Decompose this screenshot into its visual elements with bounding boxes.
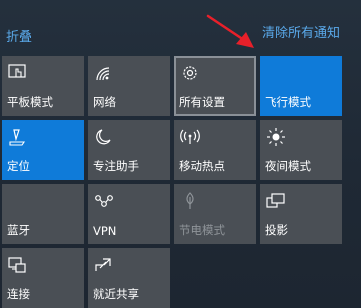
tile-label: 网络 (93, 95, 116, 109)
tile-label: 平板模式 (7, 95, 53, 109)
tile-tablet-mode[interactable]: 平板模式 (2, 56, 84, 116)
tile-label: 定位 (7, 159, 30, 173)
tile-location[interactable]: 定位 (2, 120, 84, 180)
connect-icon (7, 255, 29, 275)
moon-icon (93, 127, 115, 147)
network-icon (93, 63, 115, 83)
tile-label: 移动热点 (179, 159, 225, 173)
tile-night-light[interactable]: 夜间模式 (260, 120, 342, 180)
tile-label: 投影 (265, 223, 288, 237)
hotspot-icon (179, 127, 201, 147)
tile-label: 夜间模式 (265, 159, 311, 173)
tile-connect[interactable]: 连接 (2, 248, 84, 308)
tile-bluetooth[interactable]: 蓝牙 (2, 184, 84, 244)
vpn-icon (93, 191, 115, 211)
action-center-panel: 折叠 清除所有通知 平板模式 网络 所有设置 飞行模式 定位 专注助手 移动热点… (0, 0, 361, 308)
red-arrow-icon (206, 14, 254, 48)
collapse-link[interactable]: 折叠 (6, 26, 32, 45)
tile-label: VPN (93, 224, 117, 238)
brightness-icon (265, 127, 287, 147)
tile-label: 专注助手 (93, 159, 139, 173)
tile-focus-assist[interactable]: 专注助手 (88, 120, 170, 180)
tile-network[interactable]: 网络 (88, 56, 170, 116)
tile-label: 蓝牙 (7, 223, 30, 237)
tile-battery-saver[interactable]: 节电模式 (174, 184, 256, 244)
tile-label: 连接 (7, 287, 30, 301)
tile-label: 所有设置 (179, 95, 225, 109)
tile-label: 节电模式 (179, 223, 225, 237)
tile-vpn[interactable]: VPN (88, 184, 170, 244)
tile-nearby-sharing[interactable]: 就近共享 (88, 248, 170, 308)
tablet-mode-icon (7, 63, 29, 83)
clear-all-notifications-link[interactable]: 清除所有通知 (262, 22, 340, 41)
tile-all-settings[interactable]: 所有设置 (174, 56, 256, 116)
battery-saver-icon (179, 191, 201, 211)
tile-airplane-mode[interactable]: 飞行模式 (260, 56, 342, 116)
tile-label: 就近共享 (93, 287, 139, 301)
tile-mobile-hotspot[interactable]: 移动热点 (174, 120, 256, 180)
tile-label: 飞行模式 (265, 95, 311, 109)
tile-project[interactable]: 投影 (260, 184, 342, 244)
project-icon (265, 191, 287, 211)
nearby-share-icon (93, 255, 115, 275)
location-icon (7, 127, 29, 147)
gear-icon (179, 63, 201, 83)
